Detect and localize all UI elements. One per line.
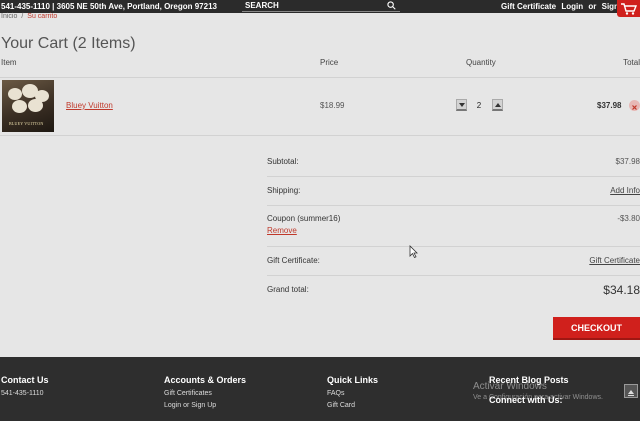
subtotal-label: Subtotal:	[267, 157, 299, 166]
divider	[267, 275, 640, 276]
page-title: Your Cart (2 Items)	[1, 35, 136, 52]
breadcrumb: Inicio / Su carrito	[1, 13, 57, 20]
header-quantity: Quantity	[466, 58, 496, 67]
grand-total-value: $34.18	[603, 283, 640, 297]
grand-total-label: Grand total:	[267, 285, 309, 294]
footer-contact-title: Contact Us	[1, 375, 49, 385]
search-box[interactable]	[242, 0, 400, 12]
header-price: Price	[320, 58, 339, 67]
footer-phone[interactable]: 541-435-1110	[1, 390, 49, 397]
account-links: Gift Certificate Login or Sign Up	[501, 2, 635, 11]
coupon-value: -$3.80	[617, 214, 640, 223]
chevron-up-icon	[494, 103, 501, 107]
scroll-to-top-button[interactable]	[624, 384, 638, 398]
footer-link-gift-card[interactable]: Gift Card	[327, 402, 378, 409]
watermark-line1: Activar Windows	[473, 381, 547, 392]
breadcrumb-current[interactable]: Su carrito	[27, 13, 57, 20]
footer-link-login[interactable]: Login or Sign Up	[164, 402, 246, 409]
windows-activation-watermark: Activar Windows Ve a Configuración para …	[473, 381, 603, 401]
arrow-up-icon	[628, 390, 634, 396]
footer-accounts: Accounts & Orders Gift Certificates Logi…	[164, 375, 246, 409]
quantity-decrease-button[interactable]	[456, 99, 467, 111]
gift-certificate-link[interactable]: Gift Certificate	[589, 256, 640, 265]
shipping-add-info-link[interactable]: Add Info	[610, 186, 640, 195]
quantity-input[interactable]: 2	[469, 100, 489, 111]
quantity-increase-button[interactable]	[492, 99, 503, 111]
checkout-button[interactable]: CHECKOUT	[553, 317, 640, 340]
footer-quick-title: Quick Links	[327, 375, 379, 385]
divider	[267, 205, 640, 206]
gift-certificate-link[interactable]: Gift Certificate	[501, 2, 556, 11]
divider	[0, 135, 640, 136]
divider	[267, 246, 640, 247]
mouse-cursor-icon	[409, 245, 418, 258]
search-icon[interactable]	[387, 1, 396, 12]
header-item: Item	[1, 58, 17, 67]
top-bar: 541-435-1110 | 3605 NE 50th Ave, Portlan…	[0, 0, 640, 17]
header-total: Total	[623, 58, 640, 67]
coupon-label: Coupon (summer16)	[267, 214, 341, 223]
store-contact-info: 541-435-1110 | 3605 NE 50th Ave, Portlan…	[1, 2, 217, 11]
footer: Contact Us 541-435-1110 Accounts & Order…	[0, 357, 640, 421]
subtotal-value: $37.98	[615, 157, 640, 166]
watermark-line2: Ve a Configuración para activar Windows.	[473, 394, 603, 401]
chevron-down-icon	[458, 103, 465, 107]
cart-icon[interactable]	[617, 0, 640, 17]
gift-certificate-label: Gift Certificate:	[267, 256, 320, 265]
or-text: or	[588, 2, 597, 11]
product-image[interactable]: BLUEY VUITTON	[2, 80, 54, 132]
breadcrumb-separator: /	[21, 13, 24, 20]
breadcrumb-home[interactable]: Inicio	[1, 13, 17, 20]
search-input[interactable]	[242, 0, 382, 11]
footer-contact: Contact Us 541-435-1110	[1, 375, 49, 397]
remove-item-icon[interactable]	[629, 100, 640, 111]
product-name-link[interactable]: Bluey Vuitton	[66, 101, 113, 110]
line-total: $37.98	[597, 101, 622, 110]
product-price: $18.99	[320, 101, 345, 110]
footer-link-faqs[interactable]: FAQs	[327, 390, 378, 397]
divider	[0, 77, 640, 78]
product-image-caption: BLUEY VUITTON	[9, 121, 44, 126]
footer-link-gift-certificates[interactable]: Gift Certificates	[164, 390, 246, 397]
footer-accounts-title: Accounts & Orders	[164, 375, 247, 385]
divider	[267, 176, 640, 177]
remove-coupon-link[interactable]: Remove	[267, 226, 297, 235]
shipping-label: Shipping:	[267, 186, 301, 195]
footer-quick-links: Quick Links FAQs Gift Card	[327, 375, 378, 409]
login-link[interactable]: Login	[561, 2, 583, 11]
